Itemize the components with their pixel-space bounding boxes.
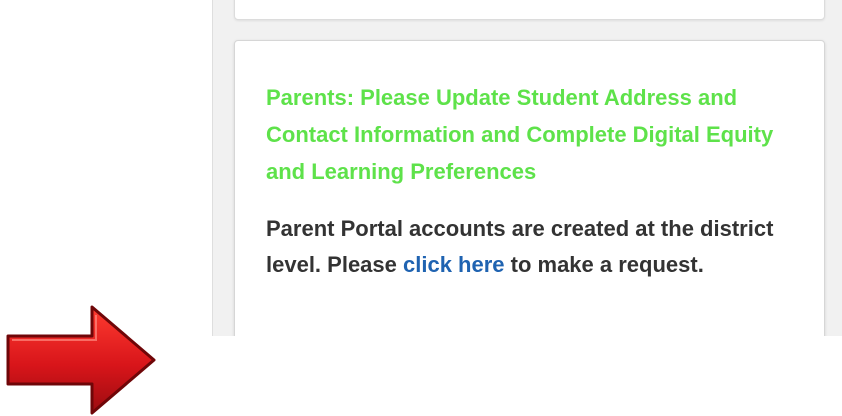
- content-column: Parents: Please Update Student Address a…: [212, 0, 842, 336]
- notice-body: Parent Portal accounts are created at th…: [266, 211, 786, 283]
- notice-heading: Parents: Please Update Student Address a…: [266, 85, 774, 184]
- notice-panel: Parents: Please Update Student Address a…: [234, 40, 825, 336]
- right-arrow-icon: [6, 305, 156, 415]
- notice-body-text-end: to make a request.: [504, 252, 704, 277]
- screenshot-page: Parents: Please Update Student Address a…: [0, 0, 842, 416]
- previous-panel: [234, 0, 825, 20]
- click-here-link[interactable]: click here: [403, 252, 505, 277]
